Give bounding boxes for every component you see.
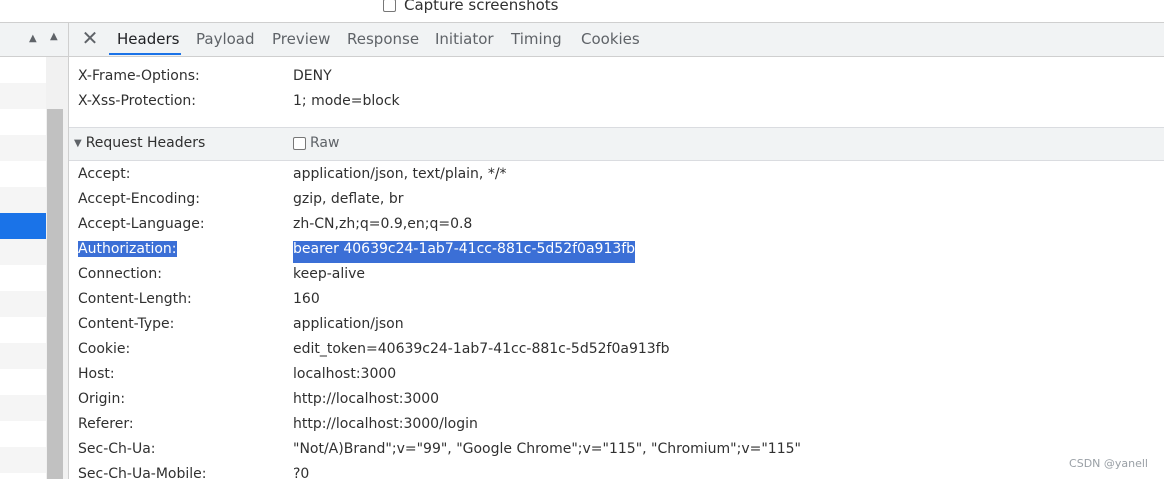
- header-value: localhost:3000: [293, 366, 397, 382]
- header-name: X-Xss-Protection:: [78, 93, 197, 109]
- capture-screenshots-checkbox[interactable]: [383, 0, 396, 12]
- raw-checkbox[interactable]: [293, 136, 306, 150]
- request-list: [0, 57, 46, 473]
- capture-bar: Capture screenshots: [0, 0, 1164, 23]
- header-row: Connection: keep-alive: [78, 266, 365, 288]
- header-row: Referer: http://localhost:3000/login: [78, 416, 478, 438]
- header-name: Host:: [78, 366, 115, 382]
- list-item[interactable]: [0, 447, 46, 473]
- watermark: CSDN @yanell: [1069, 457, 1148, 470]
- list-item[interactable]: [0, 83, 46, 109]
- active-tab-indicator: [109, 53, 181, 55]
- header-row: Origin: http://localhost:3000: [78, 391, 439, 413]
- header-row: X-Frame-Options: DENY: [78, 68, 332, 90]
- header-row: Content-Length: 160: [78, 291, 320, 313]
- header-row: Cookie: edit_token=40639c24-1ab7-41cc-88…: [78, 341, 669, 363]
- request-list-scrollbar[interactable]: [46, 57, 68, 479]
- list-item[interactable]: [0, 317, 46, 343]
- scrollbar-thumb[interactable]: [47, 109, 63, 479]
- list-item[interactable]: [0, 369, 46, 395]
- header-value: "Not/A)Brand";v="99", "Google Chrome";v=…: [293, 441, 801, 457]
- tab-initiator[interactable]: Initiator: [435, 30, 494, 48]
- selected-header-value: bearer 40639c24-1ab7-41cc-881c-5d52f0a91…: [293, 241, 636, 263]
- header-row: Accept-Language: zh-CN,zh;q=0.9,en;q=0.8: [78, 216, 472, 238]
- list-item[interactable]: [0, 109, 46, 135]
- list-item[interactable]: [0, 161, 46, 187]
- header-row: Sec-Ch-Ua: "Not/A)Brand";v="99", "Google…: [78, 441, 801, 463]
- close-icon[interactable]: ✕: [81, 28, 99, 48]
- sort-up-icon[interactable]: ▲: [29, 33, 37, 44]
- raw-label: Raw: [310, 135, 340, 151]
- header-value: ?0: [293, 466, 310, 479]
- header-name: Connection:: [78, 266, 162, 282]
- list-item[interactable]: [0, 187, 46, 213]
- header-name: Origin:: [78, 391, 126, 407]
- list-item[interactable]: [0, 135, 46, 161]
- header-value: http://localhost:3000/login: [293, 416, 478, 432]
- tab-cookies[interactable]: Cookies: [581, 30, 640, 48]
- header-row-authorization: Authorization: bearer 40639c24-1ab7-41cc…: [78, 241, 636, 263]
- tab-payload[interactable]: Payload: [196, 30, 255, 48]
- list-item[interactable]: [0, 265, 46, 291]
- header-row: Sec-Ch-Ua-Mobile: ?0: [78, 466, 309, 479]
- list-item[interactable]: [0, 239, 46, 265]
- header-name: Content-Length:: [78, 291, 192, 307]
- detail-tab-bar: ✕ Headers Payload Preview Response Initi…: [69, 23, 1164, 57]
- header-value: gzip, deflate, br: [293, 191, 404, 207]
- list-item[interactable]: [0, 395, 46, 421]
- header-value: application/json, text/plain, */*: [293, 166, 507, 182]
- capture-screenshots-option[interactable]: Capture screenshots: [383, 0, 558, 14]
- header-name: Accept-Encoding:: [78, 191, 201, 207]
- capture-screenshots-label: Capture screenshots: [404, 0, 559, 14]
- raw-toggle[interactable]: Raw: [293, 135, 339, 151]
- header-row: X-Xss-Protection: 1; mode=block: [78, 93, 400, 115]
- list-item[interactable]: [0, 343, 46, 369]
- header-name: X-Frame-Options:: [78, 68, 200, 84]
- header-name: Sec-Ch-Ua:: [78, 441, 156, 457]
- list-item-selected[interactable]: [0, 213, 46, 239]
- selected-header-name: Authorization:: [78, 241, 177, 257]
- triangle-down-icon: ▼: [74, 137, 82, 149]
- header-value: zh-CN,zh;q=0.9,en;q=0.8: [293, 216, 473, 232]
- request-list-pane: ▲ ▲: [0, 23, 69, 479]
- list-item[interactable]: [0, 421, 46, 447]
- header-name: Content-Type:: [78, 316, 175, 332]
- request-headers-section[interactable]: ▼ Request Headers Raw: [69, 127, 1164, 161]
- tab-headers[interactable]: Headers: [117, 30, 179, 48]
- header-row: Host: localhost:3000: [78, 366, 396, 388]
- section-toggle[interactable]: ▼ Request Headers: [74, 135, 205, 151]
- header-value: DENY: [293, 68, 332, 84]
- headers-panel: X-Frame-Options: DENY X-Xss-Protection: …: [69, 57, 1164, 479]
- list-item[interactable]: [0, 291, 46, 317]
- list-item[interactable]: [0, 57, 46, 83]
- scroll-up-icon[interactable]: ▲: [50, 31, 58, 42]
- header-value: keep-alive: [293, 266, 366, 282]
- header-value: 160: [293, 291, 320, 307]
- request-list-header: ▲ ▲: [0, 23, 68, 57]
- header-row: Accept-Encoding: gzip, deflate, br: [78, 191, 403, 213]
- header-value: http://localhost:3000: [293, 391, 440, 407]
- header-row: Content-Type: application/json: [78, 316, 404, 338]
- header-name: Authorization:: [78, 241, 293, 263]
- section-title: Request Headers: [85, 135, 206, 151]
- header-name: Referer:: [78, 416, 134, 432]
- tab-preview[interactable]: Preview: [272, 30, 330, 48]
- header-value: 1; mode=block: [293, 93, 400, 109]
- header-name: Cookie:: [78, 341, 131, 357]
- header-row: Accept: application/json, text/plain, */…: [78, 166, 507, 188]
- header-name: Accept:: [78, 166, 131, 182]
- header-name: Accept-Language:: [78, 216, 205, 232]
- header-value: application/json: [293, 316, 404, 332]
- header-value: edit_token=40639c24-1ab7-41cc-881c-5d52f…: [293, 341, 670, 357]
- tab-timing[interactable]: Timing: [511, 30, 562, 48]
- header-name: Sec-Ch-Ua-Mobile:: [78, 466, 207, 479]
- tab-response[interactable]: Response: [347, 30, 419, 48]
